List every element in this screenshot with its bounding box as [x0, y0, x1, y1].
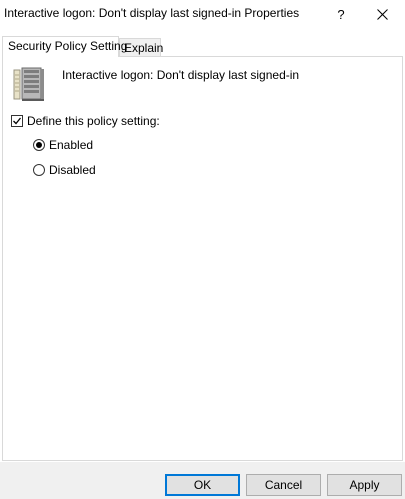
define-policy-checkbox-row[interactable]: Define this policy setting:	[11, 114, 160, 128]
properties-dialog: Interactive logon: Don't display last si…	[0, 0, 405, 499]
help-button[interactable]: ?	[318, 0, 364, 28]
server-policy-icon	[13, 67, 45, 101]
help-icon: ?	[337, 6, 345, 22]
window-title: Interactive logon: Don't display last si…	[4, 6, 300, 20]
close-icon	[376, 8, 388, 20]
radio-disabled-label: Disabled	[49, 163, 96, 177]
radio-enabled[interactable]	[33, 139, 45, 151]
checkmark-icon	[13, 117, 22, 125]
apply-button[interactable]: Apply	[327, 474, 402, 496]
title-bar[interactable]: Interactive logon: Don't display last si…	[0, 0, 405, 28]
radio-selected-dot	[36, 142, 42, 148]
tab-label: Explain	[124, 41, 164, 55]
radio-enabled-row[interactable]: Enabled	[33, 138, 93, 152]
tab-security-policy-setting[interactable]: Security Policy Setting	[2, 36, 127, 57]
cancel-button[interactable]: Cancel	[246, 474, 321, 496]
tab-strip: Security Policy Setting Explain	[0, 36, 405, 57]
radio-disabled[interactable]	[33, 164, 45, 176]
define-policy-label: Define this policy setting:	[27, 114, 160, 128]
define-policy-checkbox[interactable]	[11, 115, 23, 127]
radio-disabled-row[interactable]: Disabled	[33, 163, 96, 177]
ok-button[interactable]: OK	[165, 474, 240, 496]
policy-name: Interactive logon: Don't display last si…	[62, 68, 300, 82]
radio-enabled-label: Enabled	[49, 138, 94, 152]
close-button[interactable]	[359, 0, 405, 28]
tab-label: Security Policy Setting	[8, 39, 128, 53]
